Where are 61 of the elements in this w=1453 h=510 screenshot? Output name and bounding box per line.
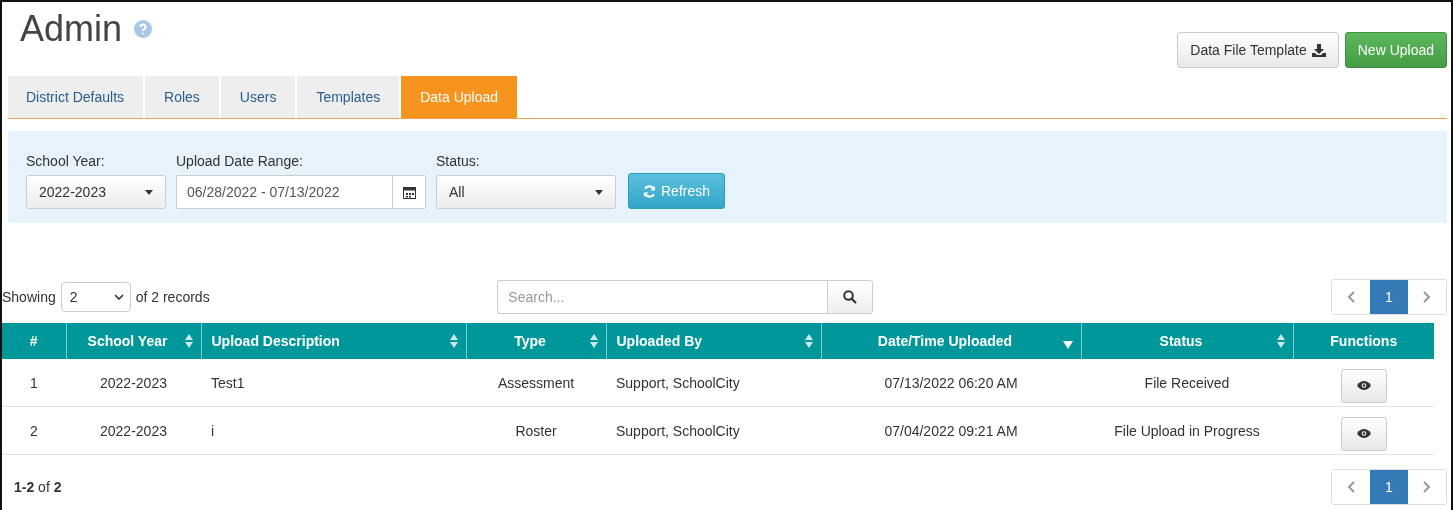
tab[interactable]: Roles [145, 76, 219, 118]
table-cell: i [201, 406, 466, 455]
status-select[interactable]: All [436, 175, 616, 209]
field-label: School Year: [26, 153, 106, 169]
caret-icon [145, 189, 153, 195]
table-cell: Test1 [201, 359, 466, 407]
table-cell: File Received [1081, 359, 1293, 407]
column-header[interactable]: Type [466, 323, 606, 359]
table-cell: 2022-2023 [66, 359, 201, 407]
table-cell: Support, SchoolCity [606, 406, 821, 455]
records-label: of 2 records [135, 289, 210, 305]
date-range-field[interactable]: 06/28/2022 - 07/13/2022 [176, 175, 426, 209]
sort-descending-icon[interactable] [1062, 340, 1073, 349]
table-cell: Roster [466, 406, 606, 455]
field-label: Upload Date Range: [176, 153, 304, 169]
records-label: Showing [2, 289, 56, 305]
page-size-select[interactable]: 2 [60, 282, 131, 312]
record-count: 1-2 of 2 [14, 479, 62, 495]
field-label: Status: [436, 153, 481, 169]
table-cell: Support, SchoolCity [606, 359, 821, 407]
tab[interactable]: Users [220, 76, 296, 118]
table-cell: Assessment [466, 359, 606, 407]
column-header[interactable]: Uploaded By [606, 323, 821, 359]
search-icon[interactable] [827, 280, 874, 314]
school-year-select[interactable]: 2022-2023 [26, 175, 166, 209]
caret-icon [595, 189, 603, 195]
column-header[interactable]: Functions [1293, 323, 1434, 359]
tab[interactable]: District Defaults [8, 76, 144, 118]
table-cell: 1 [2, 359, 66, 407]
sort-icon[interactable] [184, 334, 193, 348]
refresh-button[interactable]: Refresh [628, 173, 726, 209]
page-title: Admin [20, 8, 123, 50]
upload-button[interactable]: New Upload [1344, 32, 1447, 68]
column-header[interactable]: Upload Description [201, 323, 466, 359]
chevron-down-icon [113, 294, 124, 300]
column-header[interactable]: Status [1081, 323, 1293, 359]
table-cell: 2022-2023 [66, 406, 201, 455]
page-number[interactable]: 1 [1370, 470, 1408, 504]
view-button[interactable] [1340, 368, 1387, 403]
sort-icon[interactable] [589, 334, 598, 348]
page-number[interactable]: 1 [1370, 280, 1408, 314]
table-cell: 2 [2, 406, 66, 455]
sort-icon[interactable] [449, 334, 458, 348]
table-cell: 07/04/2022 09:21 AM [821, 406, 1081, 455]
column-header[interactable]: # [2, 323, 66, 359]
table-cell: File Upload in Progress [1081, 406, 1293, 455]
eye-icon [1356, 429, 1371, 438]
help-icon[interactable] [134, 20, 153, 38]
search-field[interactable]: Search... [497, 280, 828, 314]
template-button[interactable]: Data File Template [1177, 32, 1339, 68]
download-icon [1311, 43, 1326, 57]
table-cell: 07/13/2022 06:20 AM [821, 359, 1081, 407]
sort-icon[interactable] [804, 334, 813, 348]
column-header[interactable]: School Year [66, 323, 201, 359]
tab[interactable]: Templates [297, 76, 400, 118]
refresh-icon [643, 184, 656, 198]
eye-icon [1356, 381, 1371, 390]
view-button[interactable] [1340, 416, 1387, 451]
column-header[interactable]: Date/Time Uploaded [821, 323, 1081, 359]
calendar-icon [402, 185, 416, 199]
sort-icon[interactable] [1276, 334, 1285, 348]
